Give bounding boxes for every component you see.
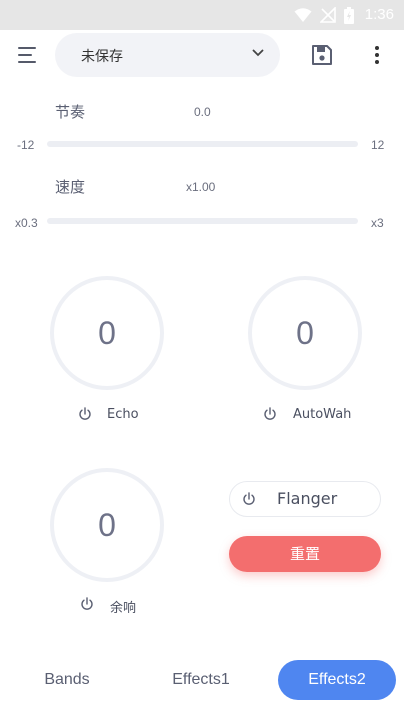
tab-bands[interactable]: Bands xyxy=(8,660,126,700)
reverb-toggle[interactable]: 余响 xyxy=(80,595,150,616)
menu-button[interactable] xyxy=(15,44,41,66)
reverb-knob[interactable]: 0 xyxy=(50,468,164,582)
power-icon xyxy=(79,407,91,420)
speed-slider[interactable] xyxy=(47,218,358,224)
pitch-slider[interactable] xyxy=(47,141,358,147)
power-icon xyxy=(243,492,255,505)
speed-label: 速度 xyxy=(55,178,86,196)
echo-value: 0 xyxy=(98,315,116,351)
preset-dropdown[interactable]: 未保存 xyxy=(55,33,280,77)
no-signal-icon xyxy=(320,7,336,23)
battery-icon xyxy=(344,7,354,24)
echo-knob[interactable]: 0 xyxy=(50,276,164,390)
autowah-label: AutoWah xyxy=(293,407,352,422)
status-bar: 1:36 xyxy=(0,0,404,30)
reverb-label: 余响 xyxy=(110,601,137,616)
power-icon xyxy=(264,407,276,420)
wifi-icon xyxy=(294,8,312,22)
menu-icon xyxy=(18,47,36,49)
pitch-max-label: 12 xyxy=(371,138,385,152)
echo-label: Echo xyxy=(107,407,139,422)
flanger-toggle[interactable]: Flanger xyxy=(229,481,381,517)
reverb-value: 0 xyxy=(98,507,116,543)
flanger-label: Flanger xyxy=(277,489,338,508)
reset-button[interactable]: 重置 xyxy=(229,536,381,572)
tab-effects1[interactable]: Effects1 xyxy=(142,660,260,700)
clock: 1:36 xyxy=(364,6,394,23)
speed-value: x1.00 xyxy=(186,180,216,194)
pitch-label: 节奏 xyxy=(55,103,86,121)
power-icon xyxy=(81,597,93,610)
tab-effects2[interactable]: Effects2 xyxy=(278,660,396,700)
preset-label: 未保存 xyxy=(81,49,123,65)
more-vert-icon[interactable] xyxy=(368,44,386,66)
chevron-down-icon xyxy=(252,49,264,57)
autowah-knob[interactable]: 0 xyxy=(248,276,362,390)
autowah-value: 0 xyxy=(296,315,314,351)
speed-min-label: x0.3 xyxy=(15,216,38,230)
speed-max-label: x3 xyxy=(371,216,384,230)
save-icon[interactable] xyxy=(311,44,333,66)
autowah-toggle[interactable]: AutoWah xyxy=(263,405,363,425)
pitch-value: 0.0 xyxy=(194,105,211,119)
pitch-min-label: -12 xyxy=(17,138,35,152)
echo-toggle[interactable]: Echo xyxy=(78,405,148,425)
